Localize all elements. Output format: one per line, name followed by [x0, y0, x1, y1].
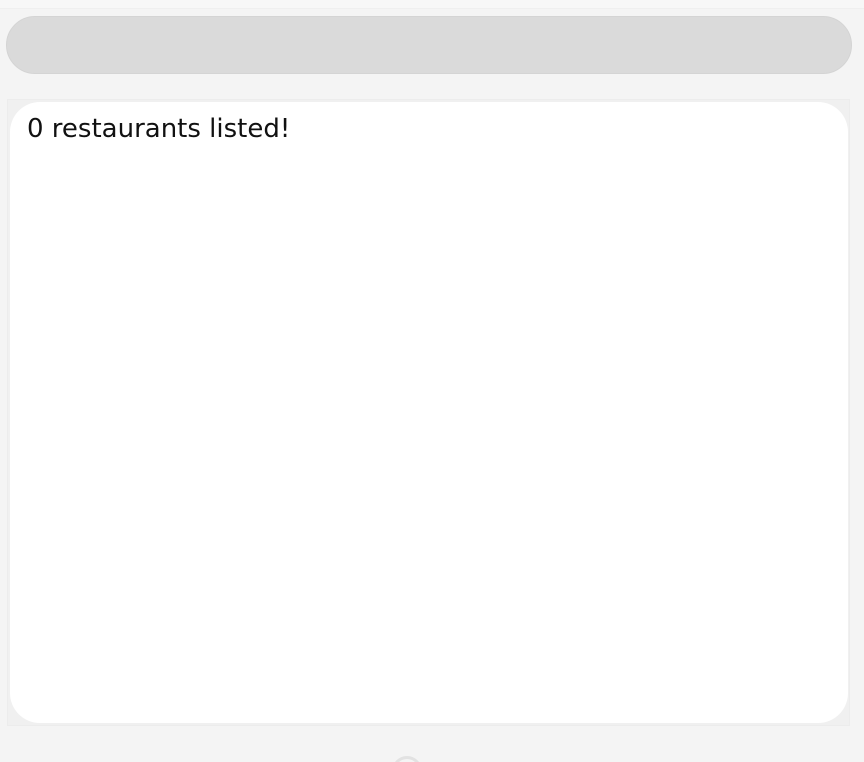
search-input[interactable]	[6, 16, 852, 74]
loading-spinner-icon	[392, 756, 422, 762]
top-strip	[0, 0, 864, 9]
app-page: 0 restaurants listed!	[0, 0, 864, 762]
restaurant-list-panel: 0 restaurants listed!	[10, 102, 848, 723]
results-count: 0 restaurants listed!	[27, 114, 291, 144]
